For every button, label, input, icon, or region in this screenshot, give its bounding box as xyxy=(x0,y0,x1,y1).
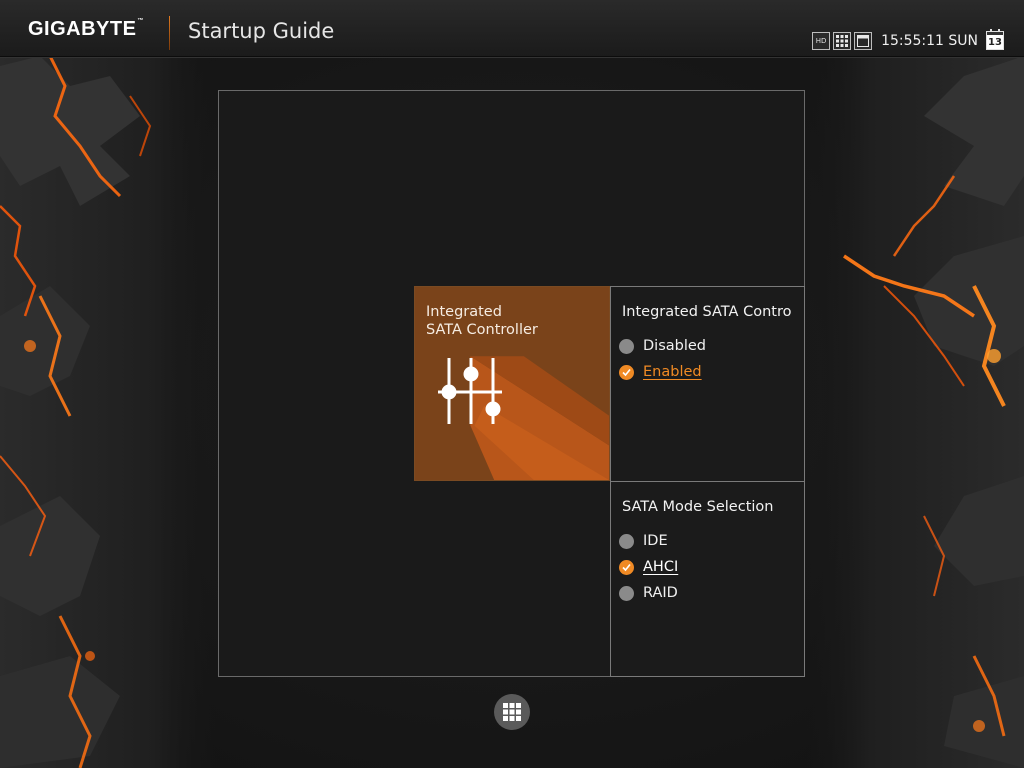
apps-grid-icon xyxy=(503,703,521,721)
sata-controller-title: Integrated SATA Contro xyxy=(622,304,792,320)
window-icon[interactable] xyxy=(854,31,873,50)
startup-guide-screen: GIGABYTE™ Startup Guide HD 15:55:11 SUN … xyxy=(0,0,1024,768)
grid-icon[interactable] xyxy=(833,31,852,50)
lava-background-left xyxy=(0,56,220,768)
option-ahci[interactable]: AHCI xyxy=(619,559,678,575)
sliders-icon xyxy=(438,358,502,424)
calendar-icon[interactable]: 13 xyxy=(986,29,1004,50)
lava-background-right xyxy=(804,56,1024,768)
option-enabled[interactable]: Enabled xyxy=(619,364,702,380)
hd-icon[interactable]: HD xyxy=(812,31,831,50)
sata-mode-panel: SATA Mode Selection IDE AHCI RAID xyxy=(610,481,805,677)
top-bar: GIGABYTE™ Startup Guide HD 15:55:11 SUN … xyxy=(0,0,1024,57)
integrated-sata-controller-tile[interactable]: Integrated SATA Controller xyxy=(414,286,610,481)
gigabyte-logo: GIGABYTE™ xyxy=(28,18,144,40)
radio-unchecked-icon[interactable] xyxy=(619,533,634,549)
radio-unchecked-icon[interactable] xyxy=(619,585,634,601)
header-divider xyxy=(169,16,170,50)
system-tray: HD 15:55:11 SUN 13 xyxy=(812,29,1004,50)
option-disabled[interactable]: Disabled xyxy=(619,338,706,354)
radio-checked-icon[interactable] xyxy=(619,364,634,380)
sata-controller-panel: Integrated SATA Contro Disabled Enabled xyxy=(610,286,805,482)
option-raid[interactable]: RAID xyxy=(619,585,678,601)
app-title: Startup Guide xyxy=(188,19,335,43)
radio-checked-icon[interactable] xyxy=(619,559,634,575)
apps-menu-button[interactable] xyxy=(494,694,530,730)
option-ide[interactable]: IDE xyxy=(619,533,668,549)
sata-mode-title: SATA Mode Selection xyxy=(622,499,774,515)
radio-unchecked-icon[interactable] xyxy=(619,338,634,354)
clock: 15:55:11 SUN xyxy=(881,32,978,49)
tile-title: Integrated SATA Controller xyxy=(426,304,538,338)
